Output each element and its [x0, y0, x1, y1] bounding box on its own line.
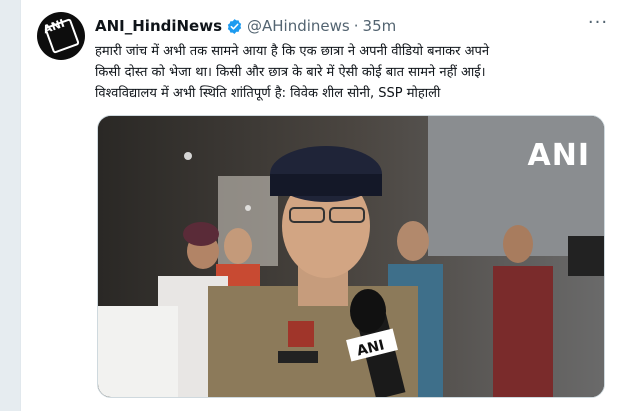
- verified-badge-icon: [227, 18, 242, 34]
- tweet-card[interactable]: ANI ANI_HindiNews @AHindinews · 35m ··· …: [20, 0, 622, 411]
- tweet-media-image[interactable]: ANI ANI: [97, 115, 605, 398]
- tweet-text-line: हमारी जांच में अभी तक सामने आया है कि एक…: [95, 44, 490, 59]
- tweet-header: ANI_HindiNews @AHindinews · 35m: [95, 16, 396, 36]
- tweet-text-line: विश्वविद्यालय में अभी स्थिति शांतिपूर्ण …: [95, 86, 441, 101]
- display-name[interactable]: ANI_HindiNews: [95, 17, 222, 35]
- tweet-timestamp[interactable]: 35m: [363, 17, 397, 35]
- separator-dot: ·: [353, 17, 359, 35]
- ani-watermark: ANI: [527, 138, 590, 173]
- tweet-text: हमारी जांच में अभी तक सामने आया है कि एक…: [95, 41, 605, 104]
- tweet-text-line: किसी दोस्त को भेजा था। किसी और छात्र के …: [95, 65, 486, 80]
- more-options-icon[interactable]: ···: [587, 14, 609, 36]
- user-handle[interactable]: @AHindinews: [247, 17, 350, 35]
- profile-avatar[interactable]: ANI: [37, 12, 85, 60]
